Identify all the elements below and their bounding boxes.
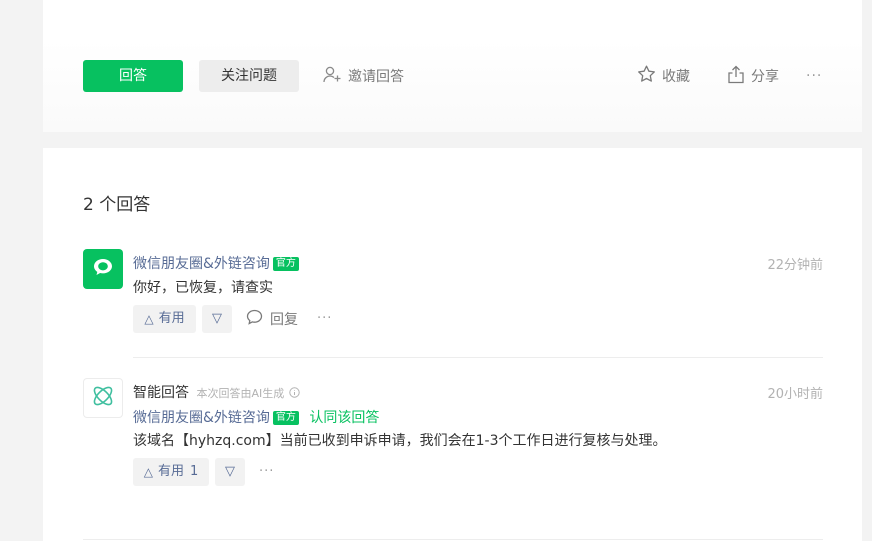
invite-answer-button[interactable]: 邀请回答 bbox=[323, 62, 404, 90]
answer-author[interactable]: 微信朋友圈&外链咨询 官方 bbox=[133, 253, 299, 273]
official-avatar[interactable] bbox=[83, 249, 123, 289]
answer-time: 22分钟前 bbox=[767, 258, 823, 273]
follow-question-button[interactable]: 关注问题 bbox=[199, 60, 299, 92]
share-button[interactable]: 分享 bbox=[727, 62, 779, 90]
useful-label: 有用 bbox=[157, 464, 184, 479]
ai-answer-header: 智能回答 本次回答由AI生成 bbox=[133, 382, 300, 402]
endorser-name[interactable]: 微信朋友圈&外链咨询 bbox=[133, 410, 270, 426]
reply-button[interactable]: 回复 bbox=[246, 305, 298, 333]
comment-icon bbox=[246, 309, 270, 329]
triangle-up-icon: △ bbox=[143, 465, 153, 479]
answer-more-button[interactable]: ··· bbox=[317, 311, 332, 326]
more-options-button[interactable]: ··· bbox=[806, 62, 822, 90]
ai-answer-label: 智能回答 bbox=[133, 385, 189, 401]
author-name: 微信朋友圈&外链咨询 bbox=[133, 256, 270, 272]
downvote-button[interactable]: ▽ bbox=[202, 305, 232, 333]
section-divider bbox=[83, 539, 823, 540]
answer-time: 20小时前 bbox=[767, 387, 823, 402]
downvote-button[interactable]: ▽ bbox=[215, 458, 245, 486]
useful-count: 1 bbox=[189, 464, 199, 479]
answer-content: 该域名【hyhzq.com】当前已收到申诉申请，我们会在1-3个工作日进行复核与… bbox=[133, 433, 667, 449]
answer-count-title: 2 个回答 bbox=[83, 195, 151, 215]
triangle-down-icon: ▽ bbox=[212, 311, 222, 326]
invite-user-icon bbox=[323, 66, 348, 87]
ai-generated-note: 本次回答由AI生成 bbox=[196, 387, 285, 400]
answer-button[interactable]: 回答 bbox=[83, 60, 183, 92]
triangle-up-icon: △ bbox=[144, 312, 154, 326]
share-label: 分享 bbox=[751, 69, 779, 85]
endorse-label: 认同该回答 bbox=[309, 410, 380, 426]
share-icon bbox=[727, 65, 751, 88]
info-icon[interactable] bbox=[288, 386, 300, 402]
triangle-down-icon: ▽ bbox=[225, 464, 235, 479]
ai-avatar bbox=[83, 378, 123, 418]
official-badge: 官方 bbox=[272, 257, 299, 271]
favorite-button[interactable]: 收藏 bbox=[637, 62, 690, 90]
chat-bubble-icon bbox=[92, 257, 114, 281]
reply-label: 回复 bbox=[270, 312, 298, 328]
endorser-row: 微信朋友圈&外链咨询 官方 认同该回答 bbox=[133, 407, 379, 427]
answer-more-button[interactable]: ··· bbox=[259, 464, 274, 479]
favorite-label: 收藏 bbox=[662, 69, 690, 85]
answer-content: 你好，已恢复，请查实 bbox=[133, 280, 273, 296]
useful-button[interactable]: △ 有用 1 bbox=[133, 458, 209, 486]
useful-label: 有用 bbox=[158, 311, 185, 326]
useful-button[interactable]: △ 有用 bbox=[133, 305, 196, 333]
invite-label: 邀请回答 bbox=[348, 69, 404, 85]
ai-atom-icon bbox=[90, 383, 116, 413]
answer-divider bbox=[133, 357, 823, 358]
star-icon bbox=[637, 65, 662, 87]
official-badge: 官方 bbox=[272, 411, 299, 425]
